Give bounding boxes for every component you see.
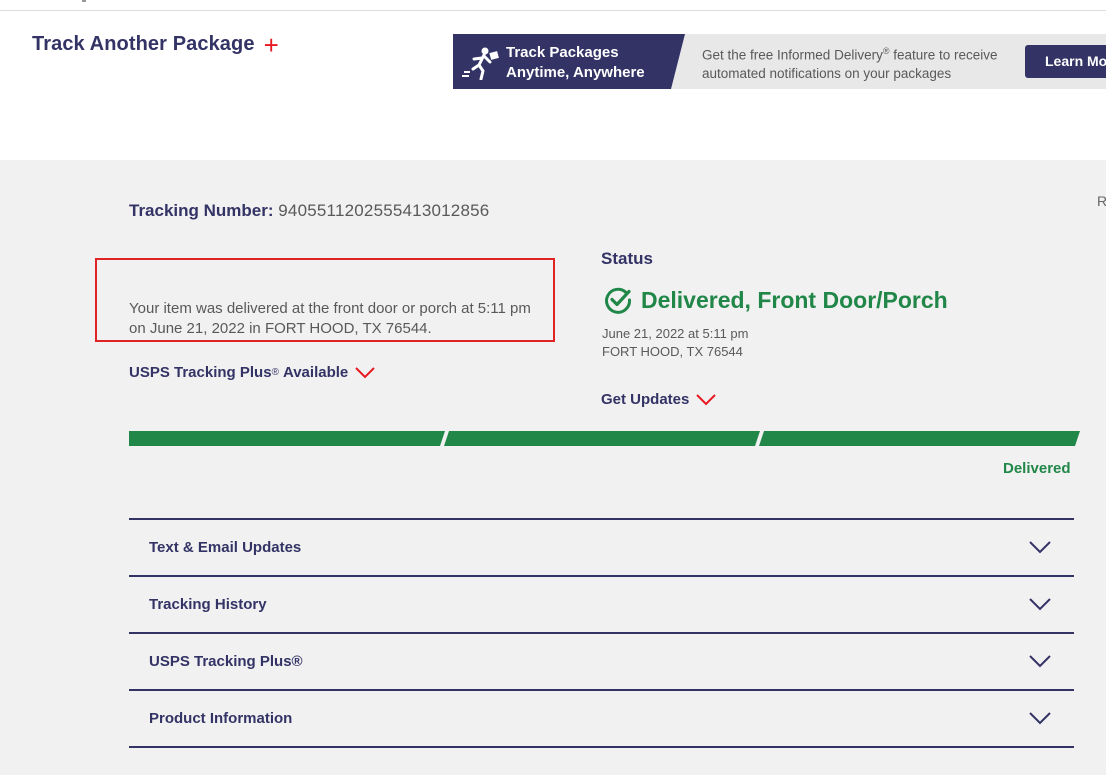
progress-segment-3 (759, 431, 1080, 446)
status-detail: June 21, 2022 at 5:11 pm FORT HOOD, TX 7… (602, 325, 748, 361)
get-updates-label: Get Updates (601, 391, 690, 408)
accordion-label: USPS Tracking Plus® (149, 653, 303, 670)
details-accordion: Text & Email Updates Tracking History US… (129, 518, 1074, 748)
get-updates-toggle[interactable]: Get Updates (601, 391, 717, 408)
status-date: June 21, 2022 at 5:11 pm (602, 326, 749, 341)
banner-title-line2: Anytime, Anywhere (506, 64, 645, 81)
progress-bar (129, 431, 1080, 446)
status-location: FORT HOOD, TX 76544 (602, 344, 743, 359)
edge-clipped-text: R (1097, 193, 1106, 209)
status-title: Delivered, Front Door/Porch (641, 286, 948, 313)
progress-status-label: Delivered (1003, 460, 1071, 477)
tracking-number: Tracking Number: 9405511202555413012856 (129, 201, 489, 221)
tracking-plus-available-text: Available (282, 364, 349, 381)
tracking-plus-reg: ® (271, 367, 279, 378)
banner-title-line1: Track Packages (506, 44, 619, 61)
accordion-product-information[interactable]: Product Information (129, 689, 1074, 748)
informed-delivery-banner: Track Packages Anytime, Anywhere Get the… (453, 34, 1106, 89)
chevron-down-icon (1029, 541, 1051, 554)
accordion-text-email-updates[interactable]: Text & Email Updates (129, 518, 1074, 575)
tracking-number-label: Tracking Number: (129, 201, 274, 220)
chevron-down-icon (355, 366, 375, 378)
runner-with-package-icon (462, 46, 500, 80)
accordion-label: Text & Email Updates (149, 539, 302, 556)
tracking-plus-label: USPS Tracking Plus (129, 364, 272, 381)
banner-message: Get the free Informed Delivery® feature … (702, 42, 1022, 83)
track-another-label: Track Another Package (32, 33, 255, 55)
accordion-label: Tracking History (149, 596, 267, 613)
tracking-number-value: 9405511202555413012856 (278, 201, 490, 220)
status-heading: Status (601, 249, 653, 268)
progress-segment-2 (444, 431, 760, 446)
tracking-plus-available-toggle[interactable]: USPS Tracking Plus ® Available (129, 364, 375, 381)
check-circle-icon (605, 287, 632, 314)
tracking-results-section: R Tracking Number: 940551120255541301285… (0, 160, 1106, 775)
browser-top-strip (0, 0, 1106, 11)
chevron-down-icon (1029, 712, 1051, 725)
status-main: Delivered, Front Door/Porch (604, 286, 948, 314)
banner-title-block: Track Packages Anytime, Anywhere (453, 34, 685, 89)
chevron-down-icon (696, 393, 717, 405)
accordion-tracking-history[interactable]: Tracking History (129, 575, 1074, 632)
accordion-usps-tracking-plus[interactable]: USPS Tracking Plus® (129, 632, 1074, 689)
track-another-package-link[interactable]: Track Another Package + (32, 29, 279, 60)
chevron-down-icon (1029, 598, 1051, 611)
progress-segment-1 (129, 431, 445, 446)
banner-message-part1: Get the free Informed Delivery (702, 47, 883, 63)
chevron-down-icon (1029, 655, 1051, 668)
learn-more-button[interactable]: Learn More (1025, 45, 1106, 78)
plus-icon: + (263, 29, 279, 60)
top-strip-mark (82, 0, 86, 2)
accordion-label: Product Information (149, 710, 293, 727)
delivery-summary: Your item was delivered at the front doo… (129, 300, 531, 337)
